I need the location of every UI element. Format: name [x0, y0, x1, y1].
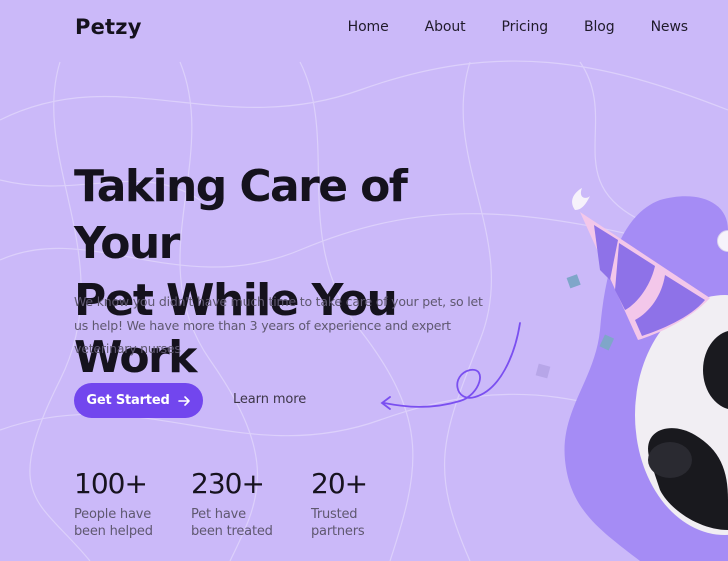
landing-page: Petzy Home About Pricing Blog News Takin… [0, 0, 728, 561]
stat-label-line-1: Trusted [311, 507, 358, 522]
stat-pets-treated: 230+ Pet have been treated [191, 466, 301, 540]
site-header: Petzy Home About Pricing Blog News [0, 0, 728, 62]
stat-label: People have been helped [74, 507, 174, 540]
confetti-piece [535, 363, 551, 379]
stat-value: 20+ [311, 467, 368, 500]
stat-label: Pet have been treated [191, 507, 301, 540]
stat-label-line-2: been treated [191, 523, 273, 539]
nav-item-pricing[interactable]: Pricing [502, 19, 549, 35]
get-started-label: Get Started [86, 393, 170, 408]
main-nav: Home About Pricing Blog News [348, 19, 688, 35]
confetti-piece [566, 274, 581, 289]
stat-label-line-2: partners [311, 523, 365, 539]
stat-label-line-1: Pet have [191, 507, 246, 522]
stat-value: 100+ [74, 467, 148, 500]
stat-people-helped: 100+ People have been helped [74, 466, 174, 540]
nav-item-home[interactable]: Home [348, 19, 389, 35]
swirl-arrow-decoration [380, 322, 521, 410]
stat-label: Trusted partners [311, 507, 401, 540]
brand-logo[interactable]: Petzy [75, 15, 142, 39]
stat-trusted-partners: 20+ Trusted partners [311, 466, 401, 540]
learn-more-link[interactable]: Learn more [233, 392, 306, 407]
nav-item-blog[interactable]: Blog [584, 19, 615, 35]
hero-title-line-1: Taking Care of Your [74, 161, 408, 269]
nav-item-about[interactable]: About [425, 19, 466, 35]
stat-value: 230+ [191, 467, 265, 500]
nav-item-news[interactable]: News [651, 19, 689, 35]
panda-party-illustration [535, 188, 728, 561]
arrow-right-icon [177, 395, 190, 406]
get-started-button[interactable]: Get Started [74, 383, 203, 418]
stat-label-line-2: been helped [74, 523, 153, 539]
stat-label-line-1: People have [74, 507, 152, 522]
